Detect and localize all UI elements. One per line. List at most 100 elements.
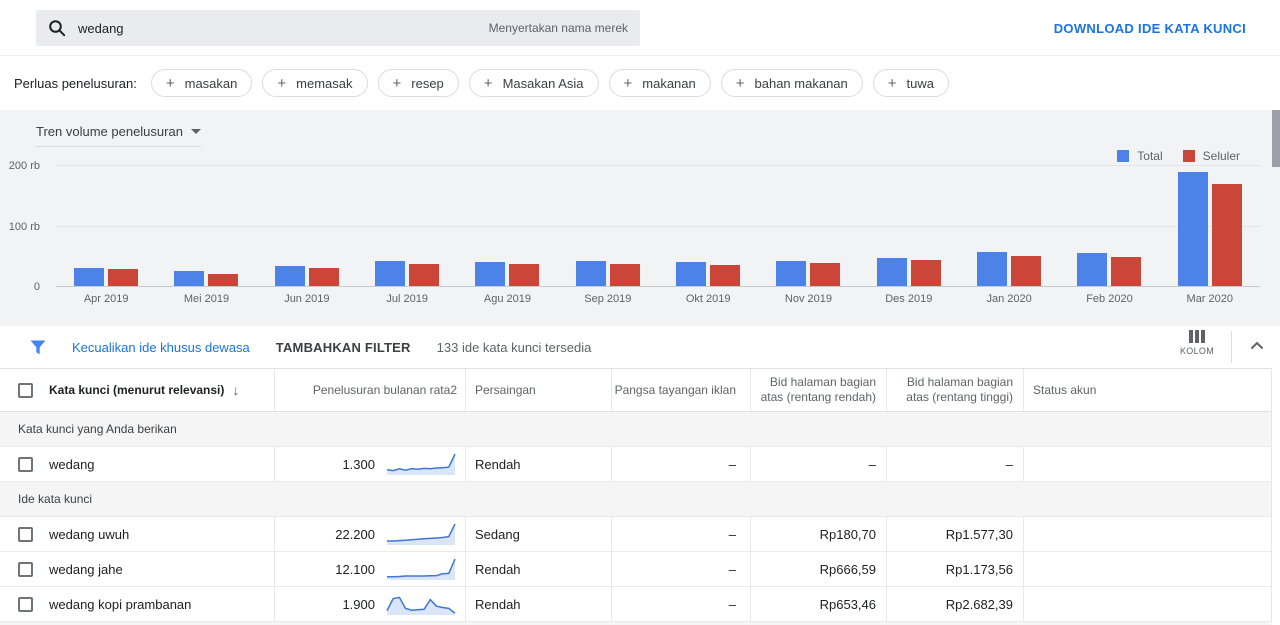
bar-chart: Apr 2019Mei 2019Jun 2019Jul 2019Agu 2019… xyxy=(0,166,1280,305)
columns-button[interactable]: KOLOM xyxy=(1180,330,1214,356)
filter-toolbar: Kecualikan ide khusus dewasa TAMBAHKAN F… xyxy=(0,326,1280,368)
vertical-scrollbar-thumb[interactable] xyxy=(1272,110,1280,167)
expand-chip[interactable]: +Masakan Asia xyxy=(469,69,599,97)
cell-ad-impression-share: – xyxy=(611,587,750,621)
avg-searches-value: 1.900 xyxy=(342,597,375,612)
ad-impression-share-value: – xyxy=(729,527,736,542)
expand-chip[interactable]: +masakan xyxy=(151,69,253,97)
cell-avg-searches: 22.200 xyxy=(274,517,465,551)
plus-icon: + xyxy=(166,76,175,91)
plus-icon: + xyxy=(484,76,493,91)
expand-chip[interactable]: +tuwa xyxy=(873,69,949,97)
chart-title: Tren volume penelusuran xyxy=(36,124,183,139)
cell-bid-high: – xyxy=(886,447,1023,481)
bar-group xyxy=(1160,172,1260,286)
x-axis-label: Apr 2019 xyxy=(56,293,156,305)
bar-group xyxy=(558,261,658,286)
trend-sparkline xyxy=(385,591,457,617)
keyword-label: wedang uwuh xyxy=(49,527,129,542)
chip-label: bahan makanan xyxy=(755,76,848,91)
bar-group xyxy=(357,261,457,286)
avg-searches-value: 1.300 xyxy=(342,457,375,472)
bar-seluler xyxy=(208,274,238,286)
cell-competition: Sedang xyxy=(465,517,611,551)
keyword-search-box[interactable]: Menyertakan nama merek xyxy=(36,10,640,46)
bar-group xyxy=(1059,253,1159,286)
competition-value: Rendah xyxy=(475,562,521,577)
ad-impression-share-value: – xyxy=(729,457,736,472)
bar-seluler xyxy=(911,260,941,286)
avg-searches-value: 22.200 xyxy=(335,527,375,542)
cell-bid-high: Rp1.577,30 xyxy=(886,517,1023,551)
header-avg-monthly-searches[interactable]: Penelusuran bulanan rata2 xyxy=(274,369,465,411)
x-axis-label: Feb 2020 xyxy=(1059,293,1159,305)
search-volume-chart-section: Tren volume penelusuran TotalSeluler 200… xyxy=(0,110,1280,326)
bar-group xyxy=(658,262,758,286)
table-header-row: Kata kunci (menurut relevansi) ↓ Penelus… xyxy=(0,368,1271,412)
row-checkbox[interactable] xyxy=(18,562,33,577)
expand-search-row: Perluas penelusuran: +masakan+memasak+re… xyxy=(0,56,1280,110)
chart-type-dropdown[interactable]: Tren volume penelusuran xyxy=(36,124,201,147)
bar-group xyxy=(257,266,357,286)
cell-keyword: wedang jahe xyxy=(0,552,274,586)
bar-seluler xyxy=(509,264,539,286)
x-axis-label: Sep 2019 xyxy=(558,293,658,305)
expand-chip[interactable]: + resep xyxy=(378,69,459,97)
section-label: Kata kunci yang Anda berikan xyxy=(0,422,177,436)
expand-chip[interactable]: +bahan makanan xyxy=(721,69,863,97)
download-keyword-ideas-link[interactable]: DOWNLOAD IDE KATA KUNCI xyxy=(1054,21,1246,36)
cell-avg-searches: 1.300 xyxy=(274,447,465,481)
bar-total xyxy=(1077,253,1107,286)
bar-total xyxy=(475,262,505,286)
plus-icon: + xyxy=(393,76,402,91)
ad-impression-share-value: – xyxy=(729,562,736,577)
cell-bid-low: – xyxy=(750,447,886,481)
bar-total xyxy=(676,262,706,286)
chip-label: resep xyxy=(411,76,444,91)
header-ad-impression-share[interactable]: Pangsa tayangan iklan xyxy=(611,369,750,411)
bar-total xyxy=(1178,172,1208,286)
header-top-of-page-bid-high[interactable]: Bid halaman bagian atas (rentang tinggi) xyxy=(886,369,1023,411)
competition-value: Rendah xyxy=(475,597,521,612)
x-axis-label: Agu 2019 xyxy=(457,293,557,305)
add-filter-button[interactable]: TAMBAHKAN FILTER xyxy=(276,340,411,355)
row-checkbox[interactable] xyxy=(18,527,33,542)
columns-button-label: KOLOM xyxy=(1180,346,1214,356)
expand-chips: +masakan +memasak + resep +Masakan Asia +maka… xyxy=(151,69,949,97)
header-top-of-page-bid-low[interactable]: Bid halaman bagian atas (rentang rendah) xyxy=(750,369,886,411)
bar-seluler xyxy=(1212,184,1242,286)
exclude-adult-ideas-link[interactable]: Kecualikan ide khusus dewasa xyxy=(72,340,250,355)
collapse-table-button[interactable] xyxy=(1250,337,1264,355)
legend-swatch xyxy=(1183,150,1195,162)
plus-icon: + xyxy=(624,76,633,91)
legend-label: Total xyxy=(1137,149,1162,163)
bid-high-value: Rp2.682,39 xyxy=(946,597,1013,612)
row-checkbox[interactable] xyxy=(18,597,33,612)
header-account-status[interactable]: Status akun xyxy=(1023,369,1271,411)
x-axis-label: Jun 2019 xyxy=(257,293,357,305)
bar-plot xyxy=(56,166,1260,286)
header-competition[interactable]: Persaingan xyxy=(465,369,611,411)
cell-account-status xyxy=(1023,517,1271,551)
select-all-checkbox[interactable] xyxy=(18,383,33,398)
table-body: Kata kunci yang Anda berikanwedang1.300R… xyxy=(0,412,1271,622)
search-icon xyxy=(48,19,66,37)
bar-seluler xyxy=(309,268,339,286)
trend-sparkline xyxy=(385,556,457,582)
avg-searches-value: 12.100 xyxy=(335,562,375,577)
cell-keyword: wedang kopi prambanan xyxy=(0,587,274,621)
expand-chip[interactable]: +makanan xyxy=(609,69,711,97)
x-axis-label: Nov 2019 xyxy=(758,293,858,305)
cell-competition: Rendah xyxy=(465,587,611,621)
header-keyword[interactable]: Kata kunci (menurut relevansi) ↓ xyxy=(0,369,274,411)
section-row: Ide kata kunci xyxy=(0,482,1271,517)
chevron-up-icon xyxy=(1250,341,1264,350)
bar-total xyxy=(375,261,405,286)
keyword-label: wedang kopi prambanan xyxy=(49,597,191,612)
legend-seluler: Seluler xyxy=(1183,149,1240,163)
bar-seluler xyxy=(710,265,740,286)
search-input[interactable] xyxy=(78,21,489,36)
expand-chip[interactable]: +memasak xyxy=(262,69,367,97)
row-checkbox[interactable] xyxy=(18,457,33,472)
keyword-row: wedang kopi prambanan1.900Rendah–Rp653,4… xyxy=(0,587,1271,622)
